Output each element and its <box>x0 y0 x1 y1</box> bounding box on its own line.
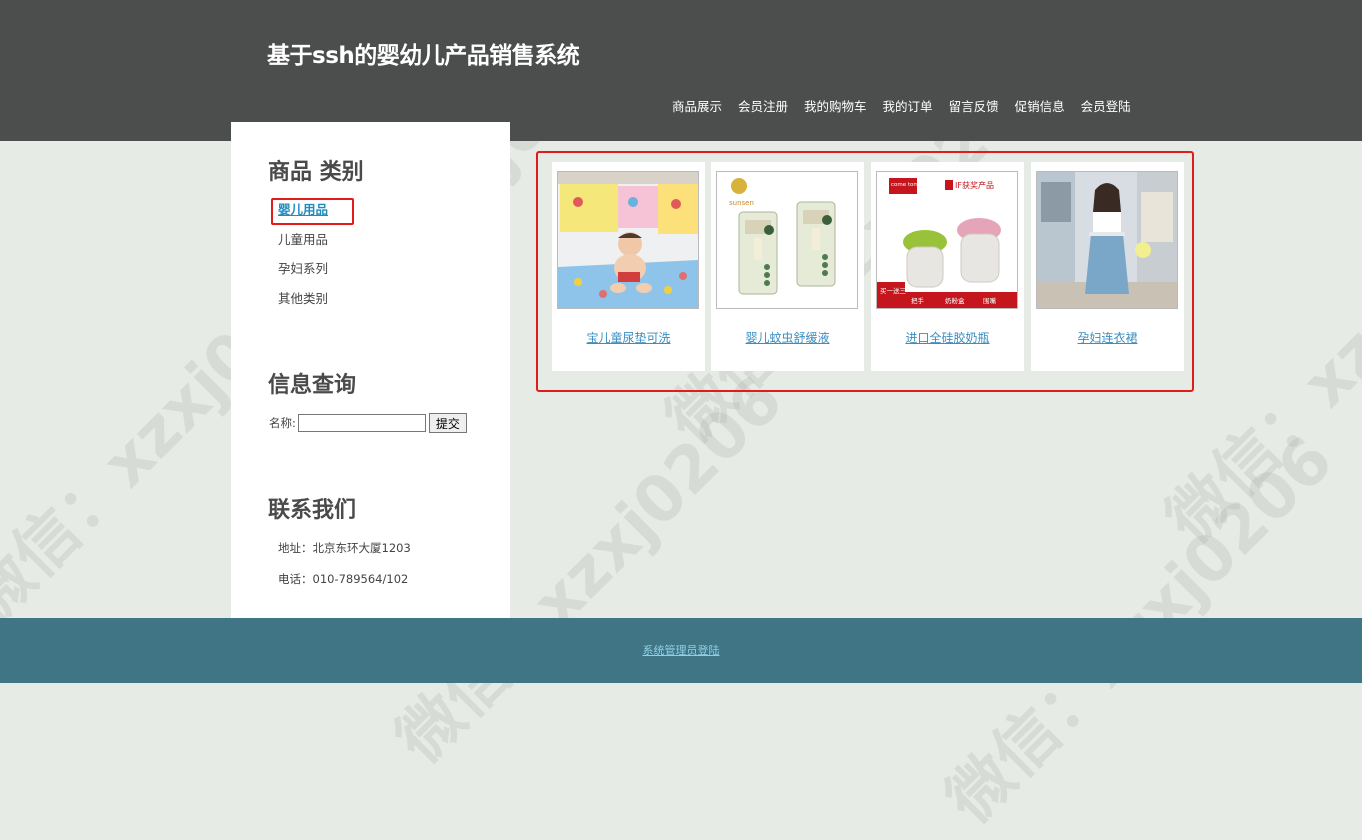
nav-cart[interactable]: 我的购物车 <box>804 96 867 115</box>
product-card: 宝儿童尿垫可洗 <box>552 162 705 371</box>
category-item-baby[interactable]: 婴儿用品 <box>278 200 328 230</box>
product-image[interactable] <box>1036 171 1178 309</box>
nav-orders[interactable]: 我的订单 <box>883 96 933 115</box>
product-card: 孕妇连衣裙 <box>1031 162 1184 371</box>
main-nav: 商品展示 会员注册 我的购物车 我的订单 留言反馈 促销信息 会员登陆 <box>672 96 1147 115</box>
nav-product-display[interactable]: 商品展示 <box>672 96 722 115</box>
product-image[interactable]: sunsen <box>716 171 858 309</box>
nav-promotions[interactable]: 促销信息 <box>1015 96 1065 115</box>
sidebar: 商品 类别 婴儿用品 儿童用品 孕妇系列 其他类别 信息查询 名称: 提交 联系… <box>231 122 510 618</box>
p3-brand: come tomo <box>891 182 923 188</box>
admin-login-link[interactable]: 系统管理员登陆 <box>0 642 1362 658</box>
p3-bottom-1: 买一送三 <box>880 286 907 295</box>
product-card: sunsen 婴儿蚊虫舒缓液 <box>711 162 864 371</box>
category-heading: 商品 类别 <box>268 160 364 185</box>
search-label: 名称: <box>269 416 296 430</box>
product-image[interactable]: come tomo IF获奖产品 买一送三 把手 奶粉盒 围嘴 <box>876 171 1018 309</box>
p3-bottom-3: 奶粉盒 <box>945 296 965 305</box>
product-name[interactable]: 进口全硅胶奶瓶 <box>871 329 1024 346</box>
product-card: come tomo IF获奖产品 买一送三 把手 奶粉盒 围嘴 进口全硅胶奶瓶 <box>871 162 1024 371</box>
contact-heading: 联系我们 <box>268 498 357 523</box>
contact-phone: 电话：010-789564/102 <box>278 572 409 586</box>
category-item-other[interactable]: 其他类别 <box>278 289 328 319</box>
contact-address: 地址：北京东环大厦1203 <box>278 541 411 555</box>
nav-login[interactable]: 会员登陆 <box>1081 96 1131 115</box>
p3-badge: IF获奖产品 <box>955 180 994 190</box>
nav-register[interactable]: 会员注册 <box>738 96 788 115</box>
p3-bottom-2: 把手 <box>911 296 925 305</box>
site-title: 基于ssh的婴幼儿产品销售系统 <box>267 43 580 69</box>
p2-brand: sunsen <box>729 199 754 207</box>
category-item-maternity[interactable]: 孕妇系列 <box>278 259 328 289</box>
product-name[interactable]: 孕妇连衣裙 <box>1031 329 1184 346</box>
search-form: 名称: 提交 <box>269 413 467 433</box>
submit-button[interactable]: 提交 <box>428 413 467 433</box>
category-list: 婴儿用品 儿童用品 孕妇系列 其他类别 <box>278 200 328 318</box>
search-heading: 信息查询 <box>268 373 357 398</box>
site-header: 基于ssh的婴幼儿产品销售系统 商品展示 会员注册 我的购物车 我的订单 留言反… <box>0 0 1362 141</box>
nav-feedback[interactable]: 留言反馈 <box>949 96 999 115</box>
product-name[interactable]: 宝儿童尿垫可洗 <box>552 329 705 346</box>
p3-bottom-4: 围嘴 <box>983 296 997 305</box>
category-item-children[interactable]: 儿童用品 <box>278 230 328 260</box>
product-name[interactable]: 婴儿蚊虫舒缓液 <box>711 329 864 346</box>
site-footer: 系统管理员登陆 <box>0 618 1362 683</box>
search-input[interactable] <box>297 414 426 432</box>
product-image[interactable] <box>557 171 699 309</box>
